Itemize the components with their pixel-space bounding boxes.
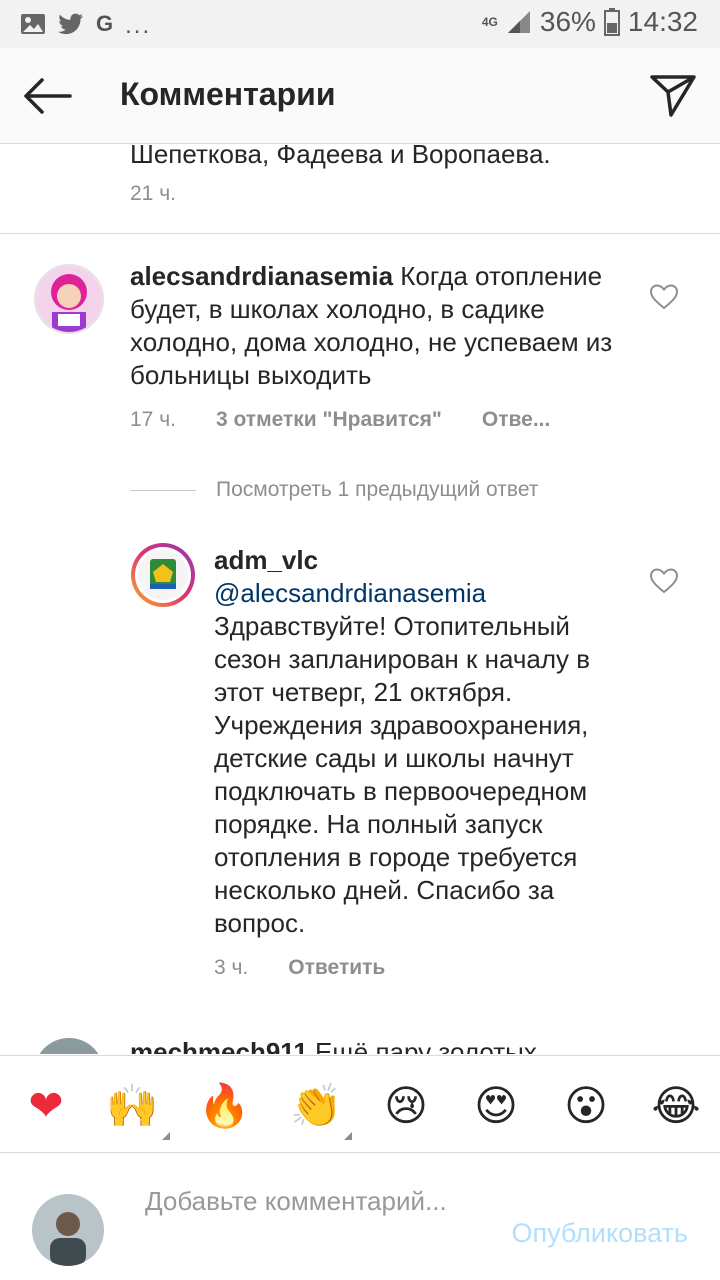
status-dots: ... bbox=[125, 12, 152, 39]
status-left-icons: G ... bbox=[20, 8, 151, 40]
avatar[interactable] bbox=[34, 264, 104, 334]
back-button[interactable] bbox=[18, 70, 76, 122]
like-heart-icon[interactable] bbox=[650, 284, 678, 310]
crying-face-emoji[interactable]: 😢 bbox=[380, 1080, 432, 1132]
publish-button[interactable]: Опубликовать bbox=[511, 1218, 688, 1249]
status-right: 4G 36% 14:32 bbox=[482, 6, 698, 38]
send-icon bbox=[650, 75, 696, 117]
reply-body: adm_vlc @alecsandrdianasemia Здравствуйт… bbox=[214, 544, 634, 940]
comment-meta: 17 ч. 3 отметки "Нравится" Отве... bbox=[130, 408, 550, 432]
current-user-avatar bbox=[32, 1194, 104, 1266]
avatar[interactable] bbox=[130, 542, 196, 608]
comment-text: Ещё пару золотых bbox=[315, 1037, 537, 1054]
comments-list[interactable]: Шепеткова, Фадеева и Воропаева. 21 ч. al… bbox=[0, 144, 720, 1054]
reply-mention[interactable]: @alecsandrdianasemia bbox=[214, 577, 634, 610]
emoji-quick-bar: ❤ 🙌 🔥 👏 😢 😍 😮 😂 bbox=[0, 1055, 720, 1153]
status-bar: G ... 4G 36% 14:32 bbox=[0, 0, 720, 48]
heart-eyes-emoji[interactable]: 😍 bbox=[470, 1080, 522, 1132]
clapping-hands-emoji[interactable]: 👏 bbox=[290, 1080, 342, 1132]
divider bbox=[0, 233, 720, 234]
reply-button[interactable]: Отве... bbox=[482, 408, 550, 432]
comment-time: 17 ч. bbox=[130, 408, 176, 431]
comment-input[interactable]: Добавьте комментарий... bbox=[145, 1184, 475, 1218]
avatar-image bbox=[32, 1194, 104, 1266]
comment-body: alecsandrdianasemia Когда отопление буде… bbox=[130, 260, 640, 392]
battery-icon bbox=[603, 8, 620, 36]
avatar-image bbox=[34, 1038, 104, 1054]
avatar-image bbox=[131, 543, 195, 607]
image-icon bbox=[21, 14, 45, 34]
divider-line bbox=[130, 489, 196, 491]
likes-count[interactable]: 3 отметки "Нравится" bbox=[216, 408, 442, 432]
comment-username[interactable]: alecsandrdianasemia bbox=[130, 261, 393, 291]
emoji-variant-indicator bbox=[344, 1132, 352, 1140]
comment-body: mechmech911 Ещё пару золотых bbox=[130, 1036, 650, 1054]
reply-button[interactable]: Ответить bbox=[288, 956, 385, 980]
reply-username[interactable]: adm_vlc bbox=[214, 544, 634, 577]
like-heart-icon[interactable] bbox=[650, 568, 678, 594]
previous-comment-time: 21 ч. bbox=[130, 182, 176, 205]
comment-username[interactable]: mechmech911 bbox=[130, 1037, 308, 1054]
view-previous-label: Посмотреть 1 предыдущий ответ bbox=[216, 478, 539, 501]
raising-hands-emoji[interactable]: 🙌 bbox=[106, 1080, 158, 1132]
reply-time: 3 ч. bbox=[214, 956, 249, 979]
top-bar: Комментарии bbox=[0, 48, 720, 144]
twitter-icon bbox=[58, 13, 83, 35]
comment-input-row: Добавьте комментарий... Опубликовать bbox=[0, 1154, 720, 1280]
signal-icon bbox=[507, 11, 530, 33]
clock: 14:32 bbox=[627, 6, 698, 37]
share-button[interactable] bbox=[646, 72, 700, 120]
avatar[interactable] bbox=[34, 1038, 104, 1054]
network-type: 4G bbox=[481, 15, 498, 29]
avatar-image bbox=[36, 266, 102, 332]
page-title: Комментарии bbox=[120, 76, 336, 112]
reply-meta: 3 ч. Ответить bbox=[214, 956, 385, 980]
previous-comment-text: Шепеткова, Фадеева и Воропаева. bbox=[130, 144, 551, 169]
tears-of-joy-emoji[interactable]: 😂 bbox=[650, 1080, 702, 1132]
surprised-face-emoji[interactable]: 😮 bbox=[560, 1080, 612, 1132]
reply-text: Здравствуйте! Отопительный сезон заплани… bbox=[214, 611, 591, 938]
google-icon: G bbox=[96, 11, 114, 36]
emoji-variant-indicator bbox=[162, 1132, 170, 1140]
back-arrow-icon bbox=[24, 78, 72, 114]
battery-percent: 36% bbox=[539, 6, 596, 37]
heart-emoji[interactable]: ❤ bbox=[20, 1080, 72, 1132]
fire-emoji[interactable]: 🔥 bbox=[198, 1080, 250, 1132]
view-previous-replies[interactable]: Посмотреть 1 предыдущий ответ bbox=[130, 478, 538, 502]
